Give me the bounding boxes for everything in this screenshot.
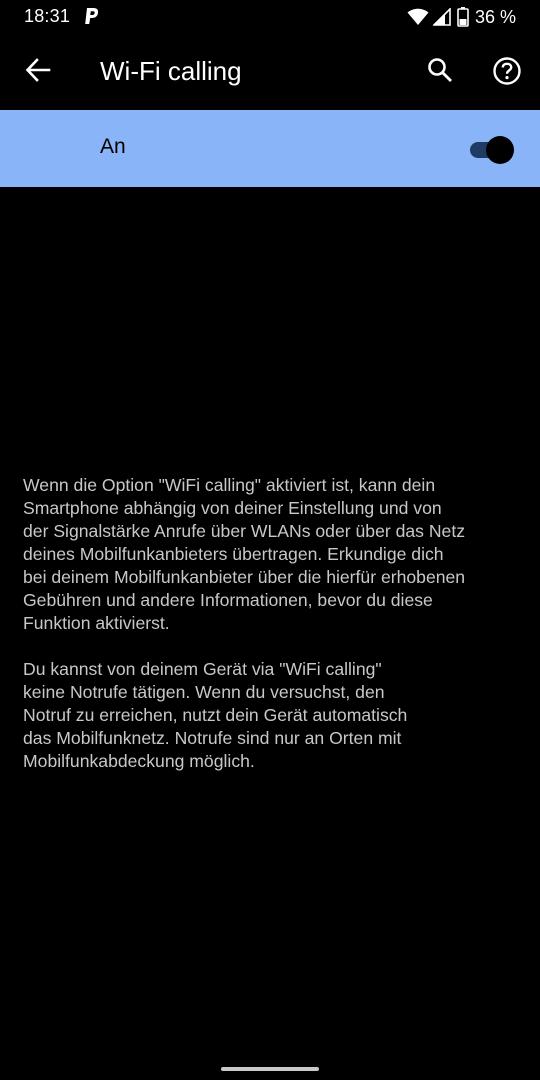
status-time: 18:31 xyxy=(24,6,71,26)
gesture-nav-handle[interactable] xyxy=(221,1067,319,1071)
battery-icon xyxy=(457,7,469,27)
master-switch-toggle[interactable] xyxy=(468,136,516,164)
app-bar: Wi-Fi calling xyxy=(0,34,540,110)
arrow-back-icon xyxy=(25,57,51,88)
master-switch-label: An xyxy=(100,135,126,158)
help-button[interactable] xyxy=(486,52,528,94)
signal-icon xyxy=(432,7,451,26)
master-switch-bar[interactable]: An xyxy=(0,110,540,187)
status-icons: 36 % xyxy=(407,5,516,29)
status-bar: 18:31 36 % xyxy=(0,0,540,34)
toggle-thumb xyxy=(486,136,514,164)
wifi-icon xyxy=(407,8,429,26)
info-paragraph-1: Wenn die Option "WiFi calling" aktiviert… xyxy=(23,475,466,633)
back-button[interactable] xyxy=(18,52,58,92)
battery-percent: 36 % xyxy=(474,6,516,27)
help-icon xyxy=(492,56,522,91)
info-paragraph-2: Du kannst von deinem Gerät via "WiFi cal… xyxy=(23,659,408,771)
search-button[interactable] xyxy=(420,52,460,92)
search-icon xyxy=(427,57,453,88)
paypal-icon xyxy=(84,7,100,27)
info-text: Wenn die Option "WiFi calling" aktiviert… xyxy=(23,474,523,796)
page-title: Wi-Fi calling xyxy=(100,56,242,86)
